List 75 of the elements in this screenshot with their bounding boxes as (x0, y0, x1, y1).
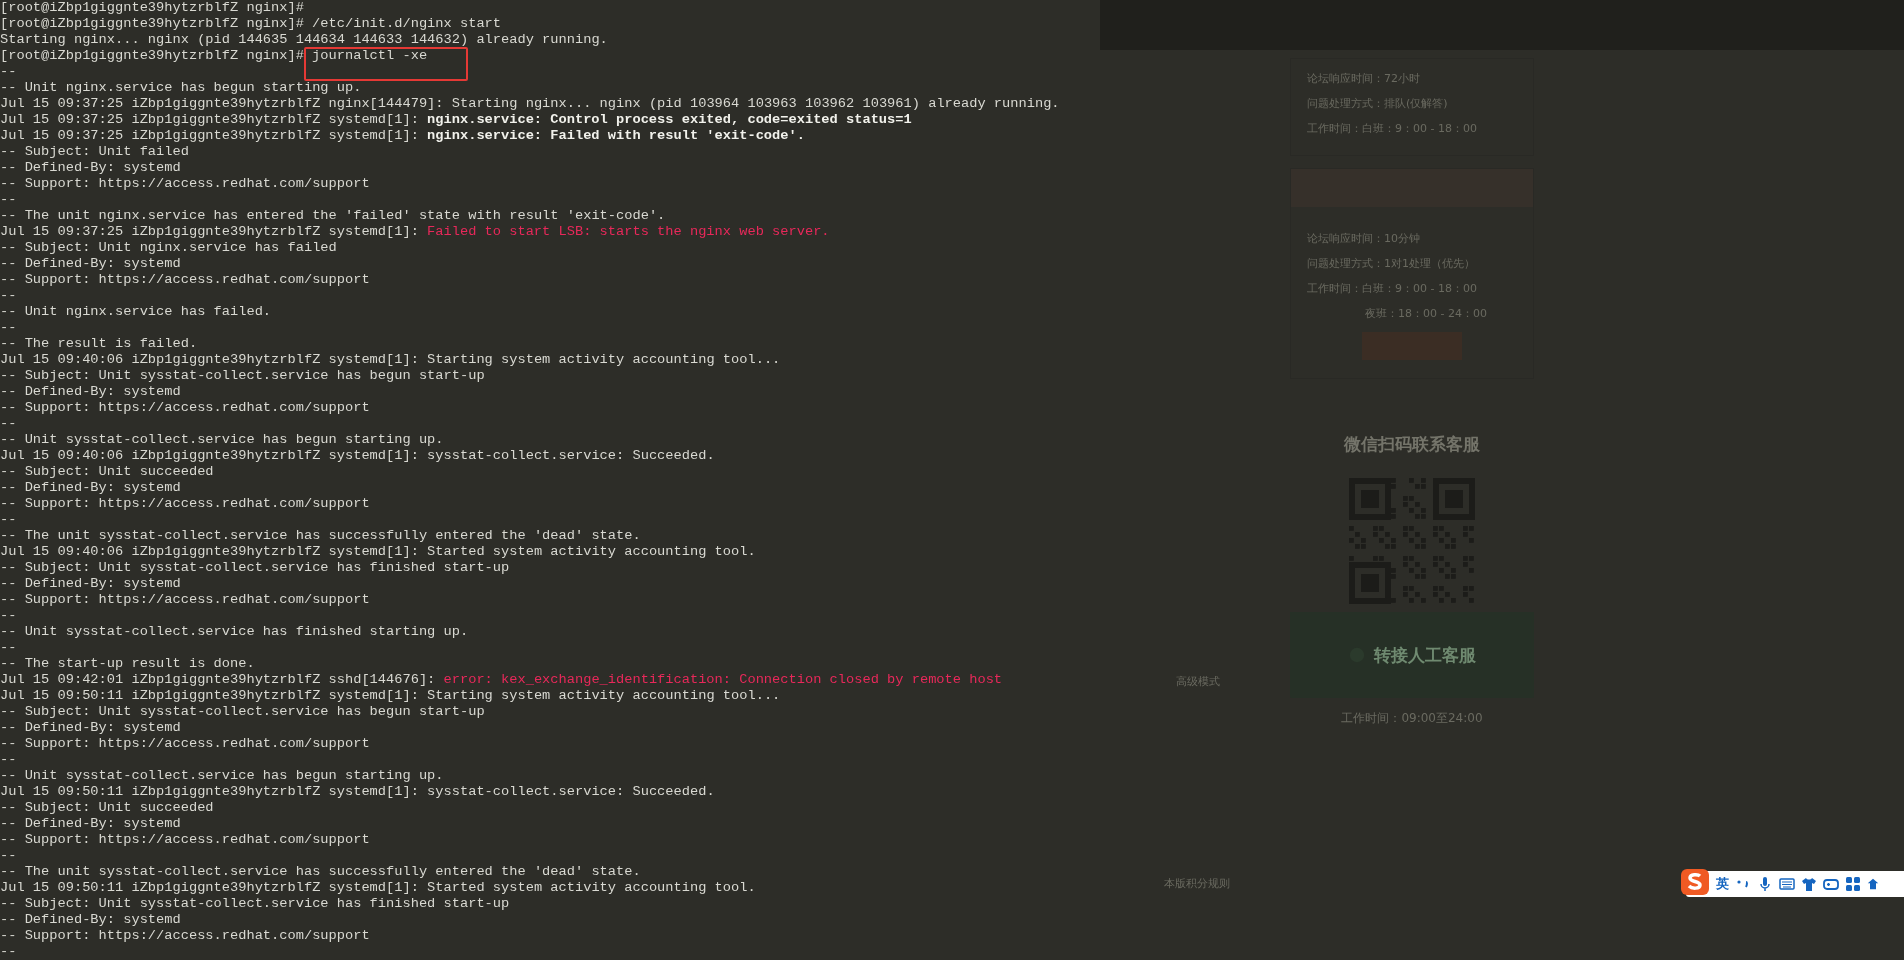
terminal-line: -- Unit nginx.service has begun starting up. (0, 80, 362, 96)
log-prefix: Jul 15 09:42:01 iZbp1giggnte39hytzrblfZ sshd[144676]: (0, 672, 436, 688)
shell-prompt: [root@iZbp1giggnte39hytzrblfZ nginx]# (0, 48, 304, 64)
terminal-line: -- Defined-By: systemd (0, 576, 181, 592)
terminal-line: -- Support: https://access.redhat.com/support (0, 176, 370, 192)
terminal-line: -- (0, 640, 17, 656)
terminal-line: -- Unit sysstat-collect.service has begun starting up. (0, 432, 444, 448)
wechat-heading: 微信扫码联系客服 (1344, 433, 1480, 456)
terminal-line: -- Defined-By: systemd (0, 256, 181, 272)
terminal-line: -- The unit sysstat-collect.service has successfully entered the 'dead' state. (0, 864, 641, 880)
log-message: Failed to start LSB: starts the nginx web server. (427, 224, 830, 240)
terminal-line: -- Defined-By: systemd (0, 160, 181, 176)
terminal-line: -- Support: https://access.redhat.com/support (0, 832, 370, 848)
terminal-line: -- Subject: Unit sysstat-collect.service has finished start-up (0, 896, 510, 912)
terminal-line: -- Unit sysstat-collect.service has finished starting up. (0, 624, 469, 640)
log-prefix: Jul 15 09:37:25 iZbp1giggnte39hytzrblfZ systemd[1]: (0, 128, 419, 144)
language-mode[interactable]: 英 (1716, 875, 1729, 893)
terminal-line: -- Unit sysstat-collect.service has begun starting up. (0, 768, 444, 784)
terminal-line: -- (0, 512, 17, 528)
terminal-line: -- Subject: Unit succeeded (0, 800, 214, 816)
terminal-line: Jul 15 09:37:25 iZbp1giggnte39hytzrblfZ nginx[144479]: Starting nginx... nginx (pid 103964 103963 103962 103961) already running. (0, 96, 1060, 112)
microphone-icon[interactable] (1757, 876, 1773, 892)
terminal-line: -- Support: https://access.redhat.com/support (0, 928, 370, 944)
gamepad-icon[interactable] (1823, 876, 1839, 892)
terminal-line: -- Support: https://access.redhat.com/support (0, 272, 370, 288)
terminal-line: -- (0, 64, 17, 80)
terminal-line: -- Defined-By: systemd (0, 816, 181, 832)
terminal-line: Jul 15 09:50:11 iZbp1giggnte39hytzrblfZ systemd[1]: sysstat-collect.service: Succeeded. (0, 784, 715, 800)
terminal-line: -- Subject: Unit succeeded (0, 464, 214, 480)
terminal-line: -- Support: https://access.redhat.com/support (0, 400, 370, 416)
transfer-button[interactable]: 转接人工客服 (1290, 612, 1534, 698)
terminal-line: -- Defined-By: systemd (0, 720, 181, 736)
terminal-line: Jul 15 09:50:11 iZbp1giggnte39hytzrblfZ systemd[1]: Starting system activity accounting tool... (0, 688, 781, 704)
terminal-line: -- Subject: Unit sysstat-collect.service has begun start-up (0, 704, 485, 720)
terminal-line: -- Subject: Unit sysstat-collect.service has begun start-up (0, 368, 485, 384)
terminal-line: -- (0, 320, 17, 336)
terminal-line: -- (0, 608, 17, 624)
terminal-line: -- (0, 752, 17, 768)
keyboard-icon[interactable] (1779, 876, 1795, 892)
terminal-line: Jul 15 09:40:06 iZbp1giggnte39hytzrblfZ systemd[1]: Started system activity accounting tool. (0, 544, 756, 560)
terminal-line: -- Subject: Unit nginx.service has failed (0, 240, 337, 256)
terminal-line: Jul 15 09:40:06 iZbp1giggnte39hytzrblfZ systemd[1]: sysstat-collect.service: Succeeded. (0, 448, 715, 464)
terminal-line: -- Defined-By: systemd (0, 384, 181, 400)
terminal-line: -- Support: https://access.redhat.com/support (0, 736, 370, 752)
terminal-line: -- (0, 416, 17, 432)
shell-command: journalctl -xe (312, 48, 428, 64)
terminal-line: -- (0, 192, 17, 208)
terminal-line: -- Support: https://access.redhat.com/support (0, 592, 370, 608)
log-message: error: kex_exchange_identification: Connection closed by remote host (443, 672, 1003, 688)
terminal-line: -- (0, 288, 17, 304)
shirt-icon[interactable] (1801, 876, 1817, 892)
terminal-line: -- Subject: Unit failed (0, 144, 189, 160)
terminal-line: -- (0, 848, 17, 864)
log-message: nginx.service: Failed with result 'exit-code'. (427, 128, 805, 144)
log-prefix: Jul 15 09:37:25 iZbp1giggnte39hytzrblfZ systemd[1]: (0, 224, 419, 240)
terminal-line: -- Subject: Unit sysstat-collect.service has finished start-up (0, 560, 510, 576)
shell-command: /etc/init.d/nginx start (312, 16, 502, 32)
terminal-line: -- Defined-By: systemd (0, 912, 181, 928)
shell-prompt: [root@iZbp1giggnte39hytzrblfZ nginx]# (0, 16, 304, 32)
terminal-line: -- The unit nginx.service has entered the 'failed' state with result 'exit-code'. (0, 208, 666, 224)
terminal-line: -- The unit sysstat-collect.service has successfully entered the 'dead' state. (0, 528, 641, 544)
service-hours: 工作时间：09:00至24:00 (1341, 710, 1483, 727)
terminal-line: -- (0, 944, 17, 960)
terminal-line: -- Defined-By: systemd (0, 480, 181, 496)
log-prefix: Jul 15 09:37:25 iZbp1giggnte39hytzrblfZ systemd[1]: (0, 112, 419, 128)
log-message: nginx.service: Control process exited, code=exited status=1 (427, 112, 912, 128)
grid-icon[interactable] (1845, 876, 1861, 892)
shell-prompt: [root@iZbp1giggnte39hytzrblfZ nginx]# (0, 0, 304, 16)
terminal-line: -- The result is failed. (0, 336, 198, 352)
terminal-line: Starting nginx... nginx (pid 144635 144634 144633 144632) already running. (0, 32, 608, 48)
terminal-line: Jul 15 09:50:11 iZbp1giggnte39hytzrblfZ systemd[1]: Started system activity accounting tool. (0, 880, 756, 896)
terminal-line: -- The start-up result is done. (0, 656, 255, 672)
terminal-line: Jul 15 09:40:06 iZbp1giggnte39hytzrblfZ systemd[1]: Starting system activity accounting tool... (0, 352, 781, 368)
terminal-line: -- Support: https://access.redhat.com/support (0, 496, 370, 512)
terminal-line: -- Unit nginx.service has failed. (0, 304, 272, 320)
